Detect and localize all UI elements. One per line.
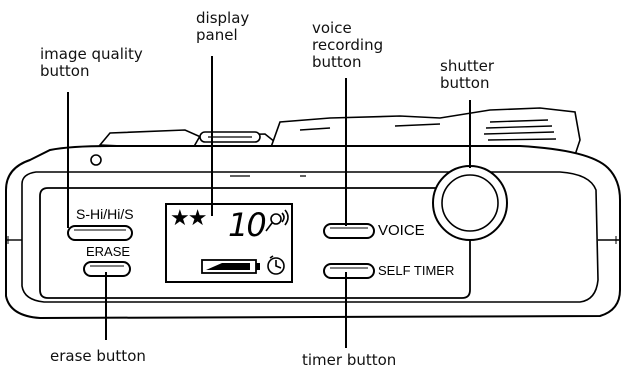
timer-callout-text: timer button [302, 351, 397, 369]
shutter-callout-line-1: shutter [440, 57, 494, 75]
shutter-button[interactable] [432, 165, 508, 241]
quality-modes-label: S-Hi/Hi/S [76, 206, 134, 222]
lcd-shot-count: 10 [228, 206, 267, 244]
display-panel-callout-line-2: panel [196, 26, 238, 44]
image-quality-callout: image quality button [40, 46, 143, 80]
shutter-callout-line-2: button [440, 74, 490, 92]
image-quality-button[interactable] [67, 225, 133, 241]
battery-icon [201, 259, 260, 274]
timer-button-callout: timer button [302, 352, 396, 369]
voice-callout-line-2: recording [312, 36, 384, 54]
shutter-button-callout: shutter button [440, 58, 494, 92]
voice-recording-callout: voice recording button [312, 20, 383, 71]
status-led [90, 154, 102, 166]
voice-label: VOICE [378, 222, 425, 239]
erase-button-callout: erase button [50, 348, 146, 365]
image-quality-callout-line-2: button [40, 62, 90, 80]
self-timer-button[interactable] [323, 263, 375, 279]
lcd-quality-stars: ★★ [170, 206, 207, 231]
erase-label: ERASE [86, 244, 131, 259]
voice-callout-line-3: button [312, 53, 362, 71]
erase-callout-text: erase button [50, 347, 146, 365]
display-panel-callout: display panel [196, 10, 249, 44]
image-quality-callout-line-1: image quality [40, 45, 143, 63]
display-panel-callout-line-1: display [196, 9, 250, 27]
voice-recording-button[interactable] [323, 223, 375, 239]
self-timer-label: SELF TIMER [378, 263, 455, 278]
voice-callout-line-1: voice [312, 19, 352, 37]
camera-diagram: display panel image quality button voice… [0, 0, 621, 372]
